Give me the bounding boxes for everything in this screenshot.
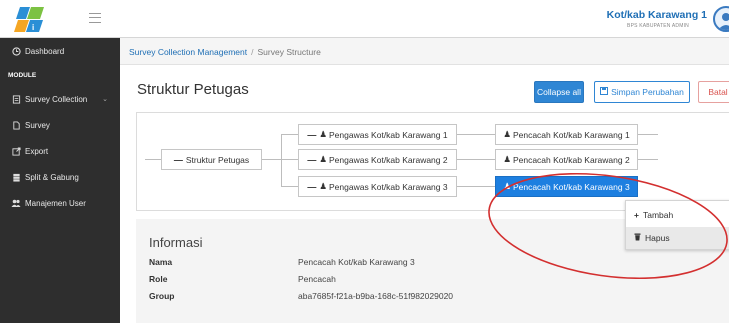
- document-icon: [11, 120, 21, 130]
- export-icon: [11, 146, 21, 156]
- user-name[interactable]: Kot/kab Karawang 1: [607, 9, 707, 21]
- info-label-role: Role: [149, 274, 168, 284]
- survey-collection-icon: [11, 94, 21, 104]
- sidebar-item-label: Export: [25, 146, 49, 156]
- tree-connector: [281, 134, 282, 186]
- sidebar-item-survey[interactable]: Survey: [0, 112, 120, 138]
- info-value-nama: Pencacah Kot/kab Karawang 3: [298, 257, 415, 267]
- tree-node-label: Pengawas Kot/kab Karawang 2: [329, 154, 448, 165]
- sidebar-item-label: Dashboard: [25, 46, 65, 56]
- breadcrumb-link-parent[interactable]: Survey Collection Management: [129, 47, 247, 57]
- collapse-all-label: Collapse all: [537, 87, 581, 97]
- top-bar: i Kot/kab Karawang 1 BPS KABUPATEN ADMIN: [0, 0, 729, 38]
- collapse-minus-icon[interactable]: —: [307, 130, 316, 140]
- clock-icon: [11, 46, 21, 56]
- page-title: Struktur Petugas: [137, 81, 249, 98]
- info-label-group: Group: [149, 291, 175, 301]
- sidebar-item-survey-collection[interactable]: Survey Collection ⌄: [0, 86, 120, 112]
- user-role: BPS KABUPATEN ADMIN: [627, 23, 689, 29]
- tree-connector: [145, 159, 161, 160]
- users-icon: [11, 198, 21, 208]
- tree-connector: [281, 159, 298, 160]
- breadcrumb-separator: /: [251, 47, 254, 57]
- collapse-minus-icon[interactable]: —: [307, 182, 316, 192]
- save-icon: [600, 87, 609, 97]
- tree-connector: [457, 134, 495, 135]
- tree-node-pencacah[interactable]: ♟ Pencacah Kot/kab Karawang 1: [495, 124, 638, 145]
- sidebar-item-split-gabung[interactable]: Split & Gabung: [0, 164, 120, 190]
- tree-node-label: Pencacah Kot/kab Karawang 3: [512, 181, 630, 192]
- info-value-group: aba7685f-f21a-b9ba-168c-51f982029020: [298, 291, 454, 301]
- trash-icon: [634, 233, 641, 243]
- sidebar-item-export[interactable]: Export: [0, 138, 120, 164]
- users-icon: ♟: [503, 181, 511, 191]
- sidebar-item-label: Split & Gabung: [25, 172, 79, 182]
- tree-node-label: Pencacah Kot/kab Karawang 2: [512, 154, 630, 165]
- save-button[interactable]: Simpan Perubahan: [594, 81, 690, 103]
- sidebar-section-label: MODULE: [8, 71, 37, 79]
- info-value-role: Pencacah: [298, 274, 336, 284]
- tree-node-label: Pengawas Kot/kab Karawang 3: [329, 181, 448, 192]
- tree-node-pencacah-selected[interactable]: ♟ Pencacah Kot/kab Karawang 3: [495, 176, 638, 197]
- context-menu-item-tambah[interactable]: + Tambah: [626, 204, 729, 226]
- breadcrumb: Survey Collection Management / Survey Stru…: [120, 38, 729, 65]
- sidebar-item-manajemen-user[interactable]: Manajemen User: [0, 190, 120, 216]
- tree-connector: [638, 134, 658, 135]
- collapse-minus-icon[interactable]: —: [174, 155, 183, 165]
- tree-node-pengawas[interactable]: — ♟ Pengawas Kot/kab Karawang 3: [298, 176, 457, 197]
- info-title: Informasi: [149, 235, 203, 250]
- collapse-all-button[interactable]: Collapse all: [534, 81, 584, 103]
- sidebar-item-label: Survey Collection: [25, 94, 88, 104]
- cancel-label: Batal: [708, 87, 728, 97]
- sidebar-item-dashboard[interactable]: Dashboard: [0, 38, 120, 64]
- save-label: Simpan Perubahan: [611, 87, 684, 97]
- sidebar-section-module: MODULE: [0, 64, 120, 86]
- context-menu-label: Tambah: [642, 210, 674, 220]
- users-icon: ♟: [503, 129, 511, 139]
- breadcrumb-current: Survey Structure: [257, 47, 321, 57]
- info-label-nama: Nama: [149, 257, 173, 267]
- tree-connector: [638, 159, 658, 160]
- tree-node-pencacah[interactable]: ♟ Pencacah Kot/kab Karawang 2: [495, 149, 638, 170]
- collapse-minus-icon[interactable]: —: [307, 155, 316, 165]
- user-icon: ♟: [319, 129, 327, 139]
- plus-icon: +: [634, 210, 639, 220]
- sidebar-item-label: Manajemen User: [25, 198, 86, 208]
- tree-connector: [457, 159, 495, 160]
- sidebar-item-label: Survey: [25, 120, 50, 130]
- menu-toggle-icon[interactable]: [89, 13, 101, 23]
- tree-connector: [457, 186, 495, 187]
- tree-node-label: Struktur Petugas: [185, 154, 250, 165]
- tree-connector: [281, 134, 298, 135]
- user-icon: ♟: [319, 181, 327, 191]
- tree-connector: [281, 186, 298, 187]
- tree-connector: [262, 159, 281, 160]
- sidebar: Dashboard MODULE Survey Collection ⌄ Sur…: [0, 38, 120, 323]
- context-menu-item-hapus[interactable]: Hapus: [626, 227, 729, 249]
- tree-node-pengawas[interactable]: — ♟ Pengawas Kot/kab Karawang 2: [298, 149, 457, 170]
- tree-node-label: Pencacah Kot/kab Karawang 1: [512, 129, 630, 140]
- structure-tree: — Struktur Petugas — ♟ Pengawas Kot/kab …: [136, 112, 729, 211]
- tree-node-root[interactable]: — Struktur Petugas: [161, 149, 262, 170]
- tree-node-label: Pengawas Kot/kab Karawang 1: [329, 129, 448, 140]
- main-panel: Struktur Petugas Collapse all Simpan Per…: [120, 65, 729, 323]
- user-icon: ♟: [319, 154, 327, 164]
- cancel-button[interactable]: Batal: [698, 81, 729, 103]
- context-menu: + Tambah Hapus: [625, 200, 729, 250]
- svg-text:i: i: [32, 23, 34, 32]
- context-menu-label: Hapus: [645, 233, 670, 243]
- users-icon: ♟: [503, 154, 511, 164]
- chevron-down-icon[interactable]: ⌄: [102, 95, 108, 103]
- tree-node-pengawas[interactable]: — ♟ Pengawas Kot/kab Karawang 1: [298, 124, 457, 145]
- database-icon: [11, 172, 21, 182]
- bps-logo-icon[interactable]: i: [14, 3, 48, 35]
- user-avatar-icon[interactable]: [713, 6, 729, 32]
